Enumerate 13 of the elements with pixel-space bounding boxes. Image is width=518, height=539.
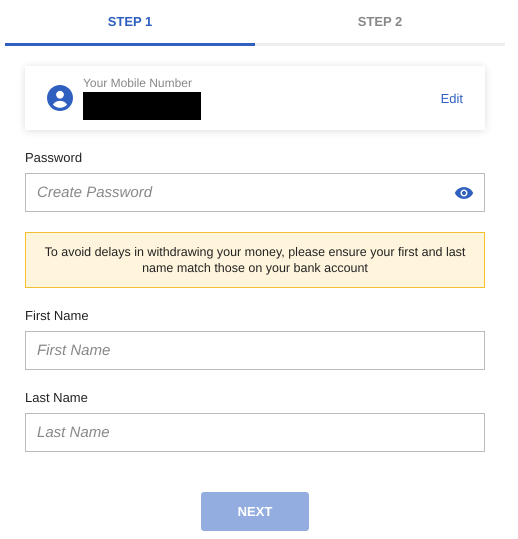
name-field[interactable]: First Name xyxy=(25,331,485,370)
step-tab[interactable]: STEP 2 xyxy=(255,0,505,46)
eye-icon[interactable] xyxy=(454,186,474,200)
field-label: First Name xyxy=(25,308,90,323)
password-field[interactable]: Create Password xyxy=(25,173,485,212)
field-label: Password xyxy=(25,150,84,165)
field-label: Last Name xyxy=(25,390,89,405)
user-icon xyxy=(47,85,73,111)
mobile-number-label: Your Mobile Number xyxy=(83,76,193,90)
step-tab[interactable]: STEP 1 xyxy=(5,0,255,46)
notice-message: To avoid delays in withdrawing your money, please ensure your first and last name match those on your bank account xyxy=(25,232,485,288)
edit-link[interactable]: Edit xyxy=(440,90,463,106)
name-field[interactable]: Last Name xyxy=(25,413,485,452)
